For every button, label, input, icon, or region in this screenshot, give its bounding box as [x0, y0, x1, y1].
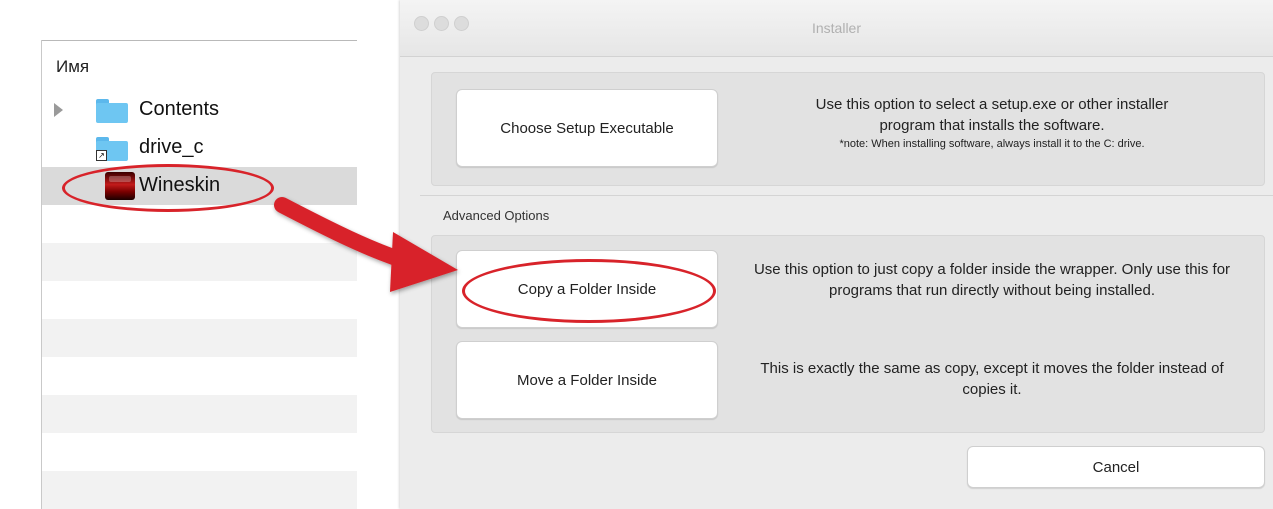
choose-setup-description: Use this option to select a setup.exe or… — [727, 94, 1257, 152]
alias-arrow-icon: ↗ — [96, 150, 107, 161]
window-title: Installer — [811, 20, 862, 36]
empty-row — [42, 433, 357, 471]
list-item-drive-c[interactable]: ↗ drive_c — [42, 129, 357, 167]
list-item-label: Contents — [139, 98, 220, 120]
title-bar: Installer — [400, 0, 1273, 57]
list-item-label: drive_c — [139, 136, 204, 158]
column-header-label: Имя — [56, 57, 90, 76]
move-folder-inside-label: Move a Folder Inside — [516, 371, 658, 389]
section-separator — [420, 195, 1273, 196]
column-header[interactable]: Имя — [42, 41, 357, 91]
install-note: *note: When installing software, always … — [839, 138, 1145, 150]
installer-window: Installer Choose Setup Executable Use th… — [400, 0, 1273, 509]
empty-row — [42, 395, 357, 433]
empty-row — [42, 471, 357, 509]
cancel-button[interactable]: Cancel — [967, 446, 1265, 488]
list-item-contents[interactable]: Contents — [42, 91, 357, 129]
empty-row — [42, 243, 357, 281]
empty-row — [42, 357, 357, 395]
advanced-options-label: Advanced Options — [443, 208, 550, 223]
annotation-oval-copy-folder — [462, 259, 716, 323]
cancel-button-label: Cancel — [1092, 458, 1140, 476]
choose-setup-executable-button[interactable]: Choose Setup Executable — [456, 89, 718, 167]
folder-alias-icon: ↗ — [96, 137, 128, 161]
annotation-oval-wineskin — [62, 164, 274, 212]
disclosure-triangle-icon[interactable] — [54, 103, 63, 117]
choose-setup-executable-label: Choose Setup Executable — [500, 119, 674, 137]
move-folder-description: This is exactly the same as copy, except… — [760, 360, 1224, 398]
choose-setup-description-text: Use this option to select a setup.exe or… — [815, 96, 1169, 134]
move-folder-inside-button[interactable]: Move a Folder Inside — [456, 341, 718, 419]
finder-file-list: Имя Contents ↗ drive_c Wineskin — [0, 0, 400, 509]
copy-folder-description: Use this option to just copy a folder in… — [753, 261, 1231, 299]
empty-row — [42, 319, 357, 357]
empty-row — [42, 281, 357, 319]
folder-icon — [96, 99, 128, 123]
